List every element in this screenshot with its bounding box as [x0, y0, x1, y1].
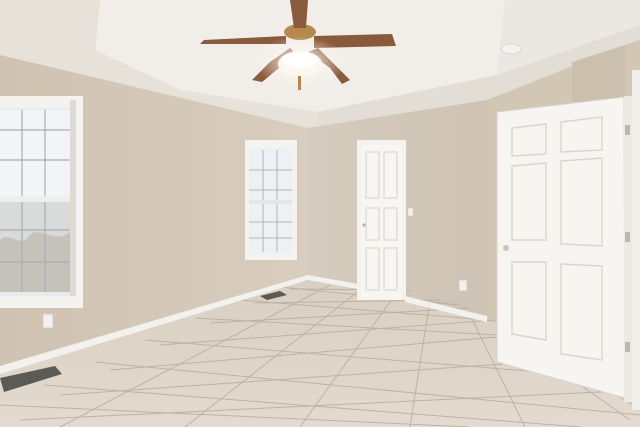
- smoke-detector: [500, 43, 522, 55]
- center-window: [245, 140, 297, 260]
- left-window: [0, 96, 83, 308]
- outlet-right: [458, 279, 468, 292]
- room-photo: [0, 0, 640, 427]
- outlet-left: [42, 313, 54, 329]
- light-switch: [407, 207, 414, 217]
- room-illustration: [0, 0, 640, 427]
- door-frame-right: [632, 70, 640, 410]
- bedroom-door: [496, 96, 632, 402]
- closet-door: [357, 140, 406, 300]
